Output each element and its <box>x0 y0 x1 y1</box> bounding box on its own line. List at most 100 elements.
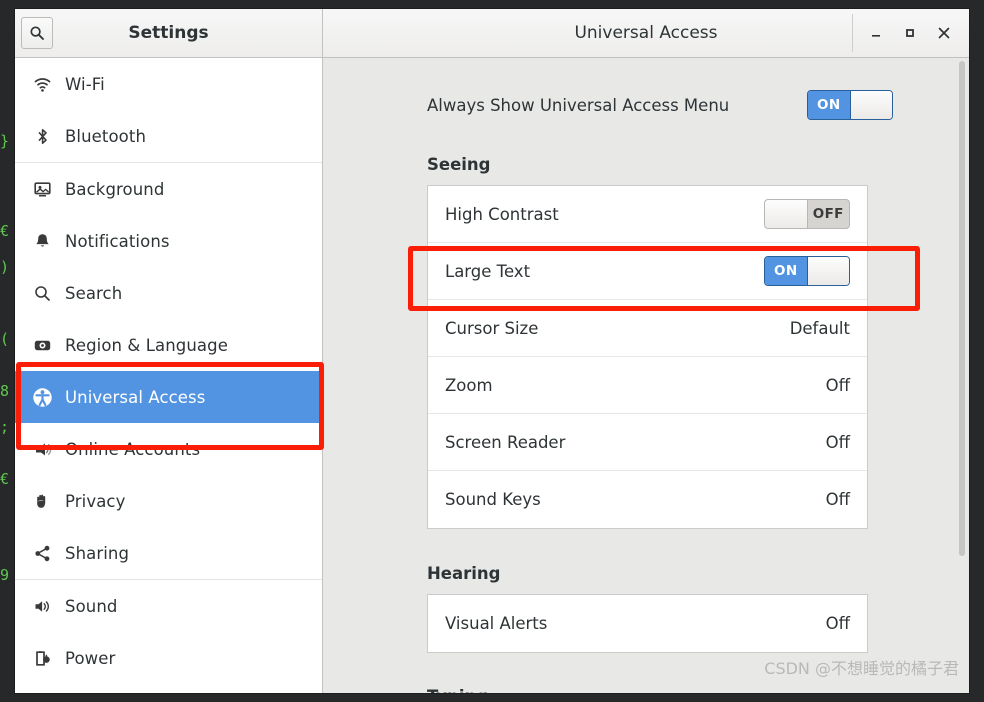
row-sound-keys[interactable]: Sound Keys Off <box>428 471 867 528</box>
large-text-toggle[interactable]: ON <box>764 256 850 286</box>
sidebar-item-label: Background <box>65 179 165 199</box>
universal-access-panel: Always Show Universal Access Menu ON See… <box>323 58 969 693</box>
toggle-knob <box>849 91 892 119</box>
row-label: Large Text <box>445 261 531 281</box>
always-show-menu-toggle[interactable]: ON <box>807 90 893 120</box>
settings-sidebar[interactable]: Wi-Fi Bluetooth Background Notifications… <box>15 58 323 693</box>
section-title-hearing: Hearing <box>427 564 501 583</box>
sidebar-group-personal: Background Notifications Search Region &… <box>15 163 322 580</box>
section-title-typing: Typing <box>427 687 488 693</box>
backdrop-text-fragment: ) <box>0 258 10 276</box>
sidebar-item-label: Online Accounts <box>65 439 201 459</box>
sidebar-item-privacy[interactable]: Privacy <box>15 475 322 527</box>
sidebar-item-label: Universal Access <box>65 387 206 407</box>
wifi-icon <box>29 73 55 95</box>
sidebar-item-label: Search <box>65 283 123 303</box>
backdrop-text-fragment: 8 <box>0 382 10 400</box>
row-label: Cursor Size <box>445 318 539 338</box>
titlebar-main-header: Universal Access <box>323 9 969 57</box>
toggle-knob <box>765 200 808 228</box>
toggle-state-label: ON <box>765 257 807 285</box>
search-button[interactable] <box>21 17 53 49</box>
row-zoom[interactable]: Zoom Off <box>428 357 867 414</box>
always-show-menu-row: Always Show Universal Access Menu ON <box>427 90 893 120</box>
row-value: Off <box>825 432 850 452</box>
sidebar-item-sharing[interactable]: Sharing <box>15 527 322 579</box>
hearing-card: Visual Alerts Off <box>427 594 868 653</box>
sidebar-item-label: Notifications <box>65 231 170 251</box>
high-contrast-toggle[interactable]: OFF <box>764 199 850 229</box>
backdrop-text-fragment: ; <box>0 418 10 436</box>
sidebar-item-power[interactable]: Power <box>15 632 322 684</box>
backdrop-text-fragment: 9 <box>0 566 10 584</box>
row-cursor-size[interactable]: Cursor Size Default <box>428 300 867 357</box>
sidebar-item-bluetooth[interactable]: Bluetooth <box>15 110 322 162</box>
row-label: Zoom <box>445 375 493 395</box>
sidebar-item-region-language[interactable]: Region & Language <box>15 319 322 371</box>
watermark: CSDN @不想睡觉的橘子君 <box>764 659 959 678</box>
maximize-button[interactable] <box>893 16 927 50</box>
close-button[interactable] <box>927 16 961 50</box>
share-icon <box>29 542 55 564</box>
sidebar-item-online-accounts[interactable]: Online Accounts <box>15 423 322 475</box>
hand-icon <box>29 490 55 512</box>
row-label: Sound Keys <box>445 490 541 509</box>
seeing-card: High Contrast OFF Large Text ON Cursor S… <box>427 185 868 529</box>
minimize-icon <box>872 35 880 37</box>
background-icon <box>29 178 55 200</box>
backdrop-text-fragment: € <box>0 222 10 240</box>
accessibility-icon <box>29 386 55 408</box>
row-value: Off <box>825 490 850 509</box>
row-value: Off <box>825 375 850 395</box>
bell-icon <box>29 230 55 252</box>
sidebar-item-label: Sound <box>65 596 118 616</box>
sidebar-item-label: Region & Language <box>65 335 228 355</box>
row-value: Off <box>825 614 850 633</box>
sidebar-item-label: Sharing <box>65 543 130 563</box>
window-body: Wi-Fi Bluetooth Background Notifications… <box>15 58 969 693</box>
speaker-icon <box>29 595 55 617</box>
maximize-icon <box>906 29 914 37</box>
app-title: Settings <box>128 23 209 43</box>
titlebar: Settings Universal Access <box>15 9 969 58</box>
backdrop-text-fragment: € <box>0 470 10 488</box>
sidebar-item-label: Bluetooth <box>65 126 146 146</box>
minimize-button[interactable] <box>859 16 893 50</box>
search-icon <box>29 25 45 41</box>
row-screen-reader[interactable]: Screen Reader Off <box>428 414 867 471</box>
sidebar-item-sound[interactable]: Sound <box>15 580 322 632</box>
row-label: Visual Alerts <box>445 614 548 633</box>
sidebar-item-notifications[interactable]: Notifications <box>15 215 322 267</box>
row-value: Default <box>789 318 850 338</box>
backdrop-text-fragment: } <box>0 132 10 150</box>
close-icon <box>938 27 950 39</box>
bluetooth-icon <box>29 125 55 147</box>
sidebar-item-label: Wi-Fi <box>65 74 105 94</box>
sidebar-group-network: Wi-Fi Bluetooth <box>15 58 322 163</box>
always-show-menu-label: Always Show Universal Access Menu <box>427 95 730 115</box>
section-title-seeing: Seeing <box>427 155 491 174</box>
power-battery-icon <box>29 647 55 669</box>
sidebar-item-universal-access[interactable]: Universal Access <box>15 371 322 423</box>
sidebar-group-hardware: Sound Power <box>15 580 322 684</box>
sidebar-item-label: Power <box>65 648 116 668</box>
sidebar-item-wifi[interactable]: Wi-Fi <box>15 58 322 110</box>
search-icon <box>29 282 55 304</box>
settings-window: Settings Universal Access Wi-Fi Bluetoot… <box>14 8 970 694</box>
row-visual-alerts[interactable]: Visual Alerts Off <box>428 595 867 652</box>
sidebar-item-background[interactable]: Background <box>15 163 322 215</box>
toggle-state-label: ON <box>808 91 850 119</box>
toggle-state-label: OFF <box>812 206 844 222</box>
region-language-icon <box>29 334 55 356</box>
row-large-text[interactable]: Large Text ON <box>428 243 867 300</box>
toggle-knob <box>806 257 849 285</box>
titlebar-separator <box>852 14 853 52</box>
titlebar-sidebar-header: Settings <box>15 9 323 57</box>
backdrop-text-fragment: ( <box>0 330 10 348</box>
online-accounts-icon <box>29 438 55 460</box>
window-controls <box>852 9 969 57</box>
vertical-scrollbar[interactable] <box>959 61 965 556</box>
row-high-contrast[interactable]: High Contrast OFF <box>428 186 867 243</box>
row-label: Screen Reader <box>445 432 566 452</box>
sidebar-item-search[interactable]: Search <box>15 267 322 319</box>
